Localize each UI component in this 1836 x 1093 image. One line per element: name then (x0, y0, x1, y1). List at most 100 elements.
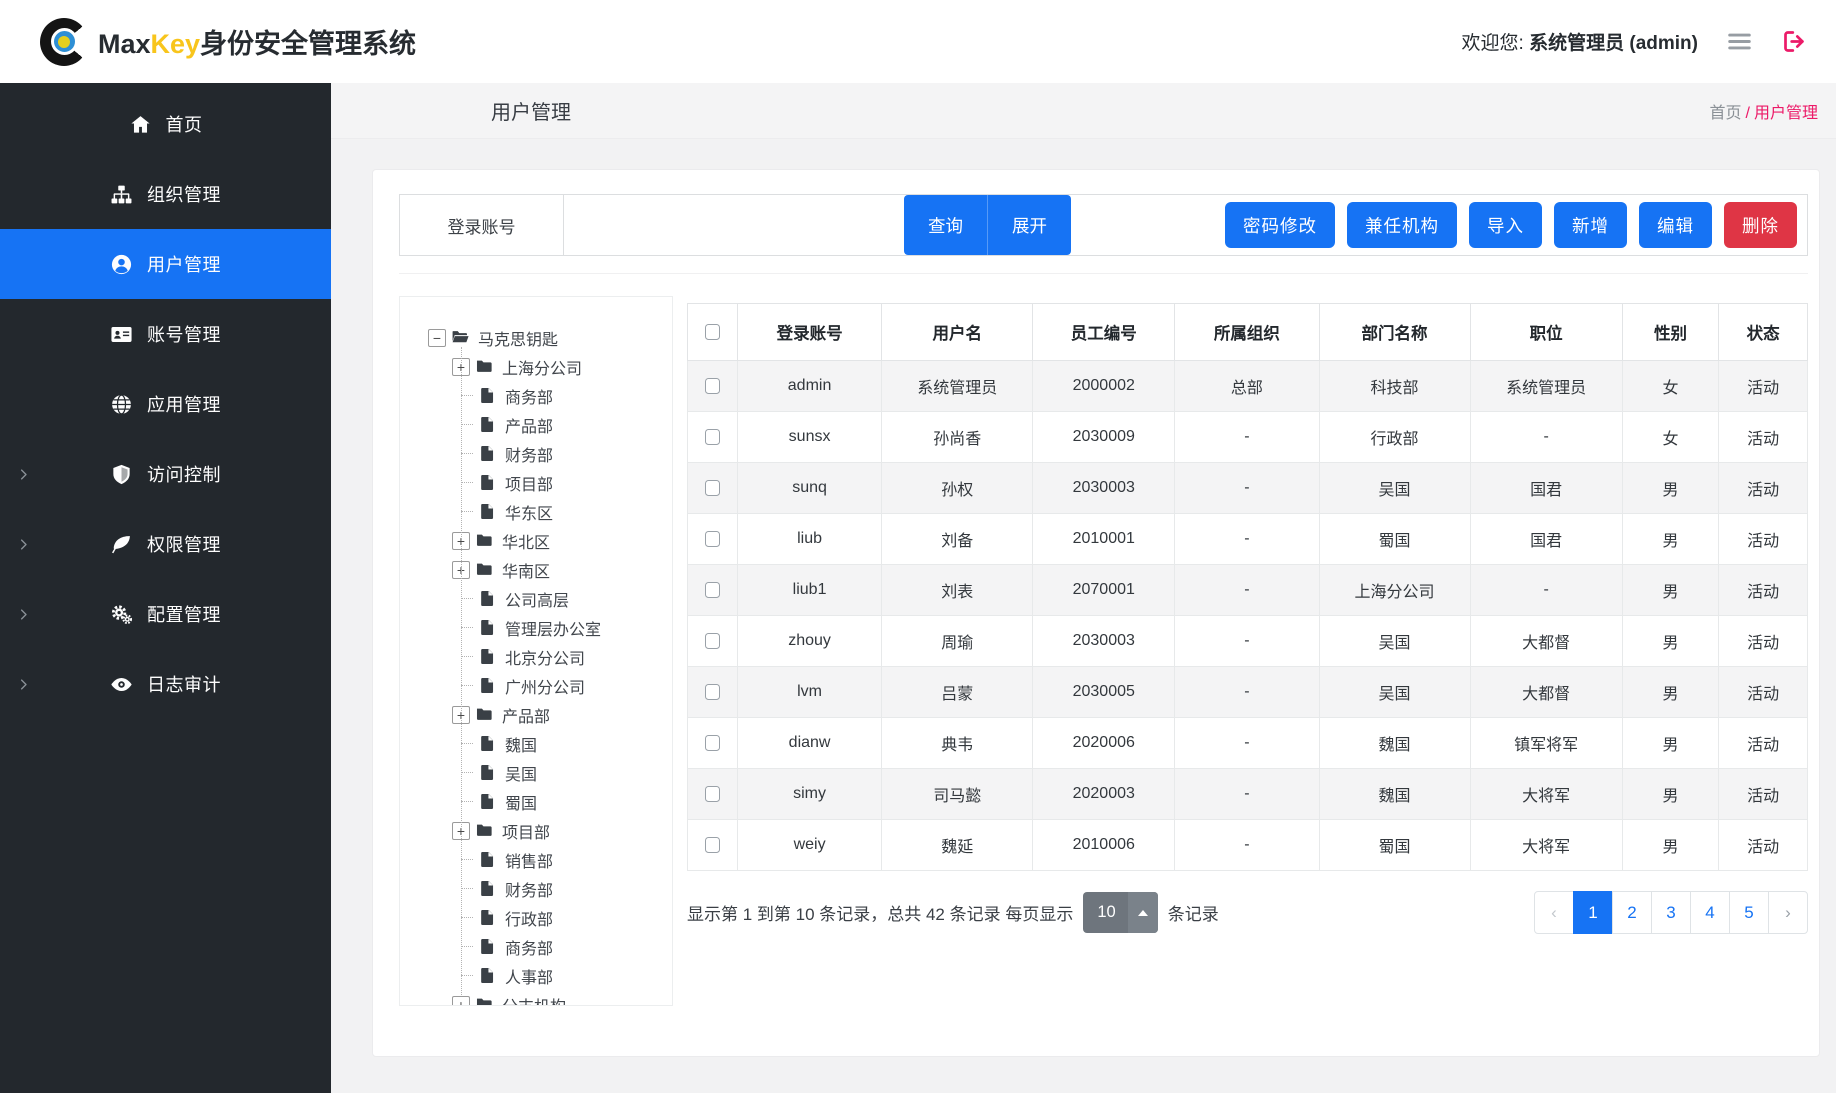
sidebar-item-config-management[interactable]: 配置管理 (0, 579, 331, 649)
sidebar-nav: 首页组织管理用户管理账号管理应用管理访问控制权限管理配置管理日志审计 (0, 89, 331, 719)
table-row[interactable]: zhouy周瑜2030003-吴国大都督男活动 (688, 616, 1808, 667)
page-title: 用户管理 (491, 96, 571, 125)
column-header[interactable]: 状态 (1719, 304, 1808, 361)
tree-node[interactable]: +华南区 (452, 555, 672, 584)
tree-node[interactable]: +产品部 (452, 700, 672, 729)
column-header[interactable]: 登录账号 (737, 304, 881, 361)
sidebar-item-user-management[interactable]: 用户管理 (0, 229, 331, 299)
tree-connector (461, 917, 473, 918)
hamburger-menu-icon[interactable] (1726, 28, 1753, 55)
tree-node[interactable]: 商务部 (452, 381, 672, 410)
tree-toggle-plus[interactable]: + (452, 822, 470, 840)
row-checkbox[interactable] (705, 429, 720, 445)
tree-node[interactable]: 公司高层 (452, 584, 672, 613)
page-button-4[interactable]: 4 (1690, 891, 1730, 934)
tree-node[interactable]: 人事部 (452, 961, 672, 990)
cell: admin (737, 361, 881, 412)
page-next[interactable]: › (1768, 891, 1808, 934)
sidebar-item-org-management[interactable]: 组织管理 (0, 159, 331, 229)
table-row[interactable]: weiy魏延2010006-蜀国大将军男活动 (688, 820, 1808, 871)
row-check-cell (688, 412, 738, 463)
column-header[interactable]: 员工编号 (1033, 304, 1175, 361)
table-row[interactable]: admin系统管理员2000002总部科技部系统管理员女活动 (688, 361, 1808, 412)
column-header[interactable]: 用户名 (882, 304, 1033, 361)
sidebar-item-home[interactable]: 首页 (0, 89, 331, 159)
tree-node[interactable]: 广州分公司 (452, 671, 672, 700)
tree-node[interactable]: 魏国 (452, 729, 672, 758)
tree-node[interactable]: 华东区 (452, 497, 672, 526)
tree-node[interactable]: +分支机构 (452, 990, 672, 1006)
row-checkbox[interactable] (705, 735, 720, 751)
tree-node[interactable]: 商务部 (452, 932, 672, 961)
table-row[interactable]: simy司马懿2020003-魏国大将军男活动 (688, 769, 1808, 820)
page-button-1[interactable]: 1 (1573, 891, 1613, 934)
tree-node[interactable]: 销售部 (452, 845, 672, 874)
row-checkbox[interactable] (705, 480, 720, 496)
tree-node[interactable]: +项目部 (452, 816, 672, 845)
page-size-dropdown[interactable]: 10 (1083, 892, 1157, 933)
tree-toggle-plus[interactable]: + (452, 358, 470, 376)
edit-button[interactable]: 编辑 (1639, 202, 1712, 248)
sidebar-item-access-control[interactable]: 访问控制 (0, 439, 331, 509)
sidebar-item-account-management[interactable]: 账号管理 (0, 299, 331, 369)
tree-node[interactable]: +华北区 (452, 526, 672, 555)
tree-node[interactable]: 财务部 (452, 874, 672, 903)
table-row[interactable]: liub刘备2010001-蜀国国君男活动 (688, 514, 1808, 565)
row-checkbox[interactable] (705, 837, 720, 853)
page-button-2[interactable]: 2 (1612, 891, 1652, 934)
column-header[interactable]: 所属组织 (1175, 304, 1319, 361)
column-header[interactable]: 性别 (1622, 304, 1719, 361)
row-checkbox[interactable] (705, 786, 720, 802)
column-header[interactable]: 部门名称 (1319, 304, 1470, 361)
row-checkbox[interactable] (705, 582, 720, 598)
cell: zhouy (737, 616, 881, 667)
tree-node[interactable]: 产品部 (452, 410, 672, 439)
page-button-3[interactable]: 3 (1651, 891, 1691, 934)
sidebar-item-permission-management[interactable]: 权限管理 (0, 509, 331, 579)
tree-toggle-plus[interactable]: + (452, 996, 470, 1007)
tree-node[interactable]: 财务部 (452, 439, 672, 468)
login-account-input[interactable] (564, 195, 904, 255)
add-button[interactable]: 新增 (1554, 202, 1627, 248)
sidebar-item-log-audit[interactable]: 日志审计 (0, 649, 331, 719)
table-row[interactable]: sunsx孙尚香2030009-行政部-女活动 (688, 412, 1808, 463)
tree-toggle-plus[interactable]: + (452, 532, 470, 550)
tree-node[interactable]: 项目部 (452, 468, 672, 497)
tree-toggle-plus[interactable]: + (452, 561, 470, 579)
tree-connector (461, 772, 473, 773)
tree-node[interactable]: +上海分公司 (452, 352, 672, 381)
select-all-header-cell (688, 304, 738, 361)
tree-node[interactable]: 北京分公司 (452, 642, 672, 671)
tree-node-label: 广州分公司 (505, 674, 585, 698)
row-checkbox[interactable] (705, 684, 720, 700)
column-header[interactable]: 职位 (1470, 304, 1622, 361)
tree-node[interactable]: −马克思钥匙 (428, 323, 672, 352)
page-button-5[interactable]: 5 (1729, 891, 1769, 934)
table-row[interactable]: lvm吕蒙2030005-吴国大都督男活动 (688, 667, 1808, 718)
tree-connector (461, 801, 473, 802)
tree-toggle-plus[interactable]: + (452, 706, 470, 724)
tree-node[interactable]: 吴国 (452, 758, 672, 787)
table-row[interactable]: dianw典韦2020006-魏国镇军将军男活动 (688, 718, 1808, 769)
tree-node[interactable]: 行政部 (452, 903, 672, 932)
row-checkbox[interactable] (705, 633, 720, 649)
sidebar-item-app-management[interactable]: 应用管理 (0, 369, 331, 439)
table-row[interactable]: liub1刘表2070001-上海分公司-男活动 (688, 565, 1808, 616)
tree-node[interactable]: 蜀国 (452, 787, 672, 816)
tree-toggle-minus[interactable]: − (428, 329, 446, 347)
tree-node[interactable]: 管理层办公室 (452, 613, 672, 642)
expand-button[interactable]: 展开 (987, 195, 1071, 255)
page-prev[interactable]: ‹ (1534, 891, 1574, 934)
row-checkbox[interactable] (705, 378, 720, 394)
table-row[interactable]: sunq孙权2030003-吴国国君男活动 (688, 463, 1808, 514)
query-button[interactable]: 查询 (904, 195, 987, 255)
logout-icon[interactable] (1781, 28, 1808, 55)
import-button[interactable]: 导入 (1469, 202, 1542, 248)
breadcrumb-home[interactable]: 首页 (1710, 105, 1742, 122)
concurrent-org-button[interactable]: 兼任机构 (1347, 202, 1457, 248)
select-all-checkbox[interactable] (705, 324, 720, 340)
delete-button[interactable]: 删除 (1724, 202, 1797, 248)
row-checkbox[interactable] (705, 531, 720, 547)
search-toolbar: 登录账号 查询 展开 密码修改兼任机构导入新增编辑删除 (399, 194, 1808, 256)
password-modify-button[interactable]: 密码修改 (1225, 202, 1335, 248)
